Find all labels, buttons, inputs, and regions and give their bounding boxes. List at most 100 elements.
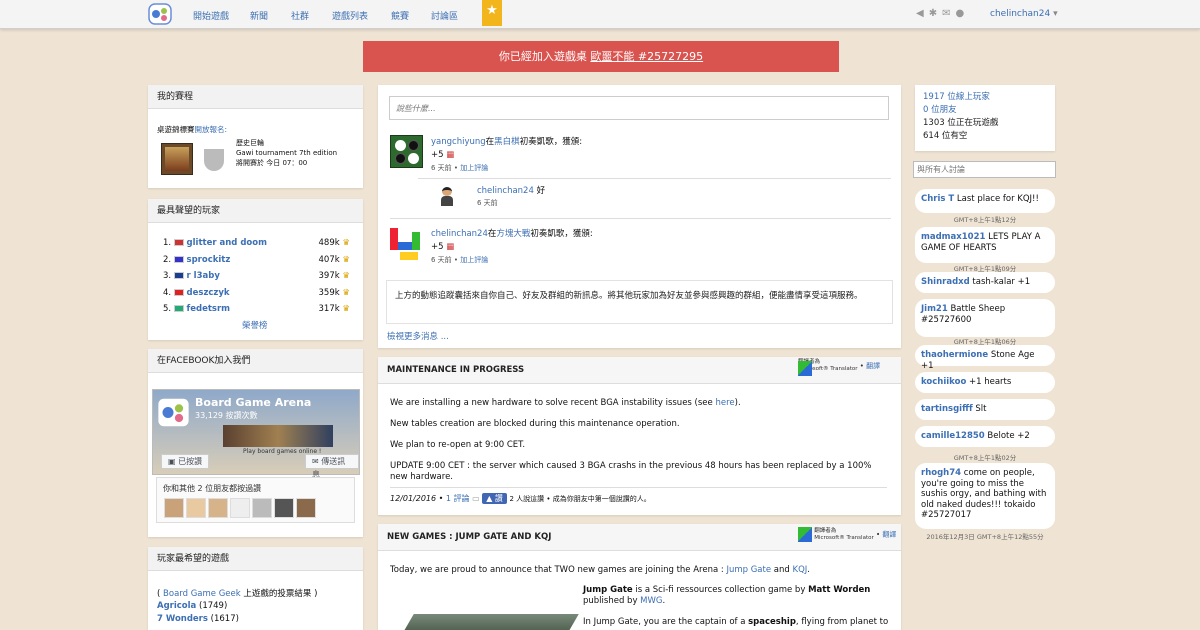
wish-game-link[interactable]: Agricola: [157, 601, 196, 611]
mwg-link[interactable]: MWG: [640, 596, 662, 606]
chat-timestamp: GMT+8上午1點02分: [953, 454, 1017, 462]
top-bar: 開始遊戲 新聞 社群 遊戲列表 競賽 討論區 ★ ◀✱✉● chelinchan…: [0, 0, 1200, 29]
chat-timestamp: 2016年12月3日 GMT+8上午12點55分: [926, 533, 1044, 541]
nav-tournaments[interactable]: 競賽: [391, 9, 409, 22]
chat-input[interactable]: [913, 161, 1056, 178]
add-comment-link[interactable]: 加上評論: [460, 164, 488, 172]
player-score: 489k ♛: [318, 238, 350, 248]
friend-avatar[interactable]: [274, 498, 294, 518]
nav-forum[interactable]: 討論區: [431, 9, 458, 22]
wish-game-link[interactable]: 7 Wonders: [157, 614, 208, 624]
feed-entry-text: yangchiyung在黑白棋初奏凱歌，獲頒:: [431, 137, 583, 147]
player-link[interactable]: r l3aby: [187, 271, 220, 281]
status-input[interactable]: [389, 96, 889, 120]
wishlist-title: 玩家最希望的遊戲: [148, 547, 363, 571]
chat-user-link[interactable]: thaohermione: [921, 350, 988, 360]
bga-logo-icon[interactable]: [148, 3, 172, 25]
user-menu[interactable]: chelinchan24 ▾: [990, 9, 1058, 19]
player-link[interactable]: glitter and doom: [187, 238, 267, 248]
translator-badge: 翻譯者為Microsoft® Translator • 翻譯: [798, 359, 880, 376]
chat-user-link[interactable]: rhogh74: [921, 468, 961, 478]
nav-play[interactable]: 開始遊戲: [193, 9, 229, 22]
gift-icon: ▦: [446, 242, 455, 252]
nav-game-list[interactable]: 遊戲列表: [332, 9, 368, 22]
feed-meta: 6 天前 • 加上評論: [431, 164, 489, 172]
sound-icon[interactable]: ◀: [916, 8, 929, 19]
nav-news[interactable]: 新聞: [250, 9, 268, 22]
friend-avatar[interactable]: [186, 498, 206, 518]
translate-link[interactable]: 翻譯: [882, 531, 896, 539]
bgg-link[interactable]: Board Game Geek: [163, 589, 241, 599]
comments-link[interactable]: 1 評論: [446, 494, 470, 503]
fb-like-icon: ▣: [168, 457, 176, 466]
feed-game-link[interactable]: 黑白棋: [494, 137, 520, 147]
online-box: 1917 位線上玩家 0 位朋友 1303 位正在玩遊戲 614 位有空: [915, 85, 1055, 151]
news-paragraph: We plan to re-open at 9:00 CET.: [390, 440, 526, 450]
game-box-image[interactable]: [161, 143, 193, 175]
translate-link[interactable]: 翻譯: [866, 362, 880, 370]
online-friends-link[interactable]: 0 位朋友: [923, 105, 957, 115]
chat-user-link[interactable]: kochiikoo: [921, 377, 966, 387]
fb-liked-button[interactable]: ▣ 已按讚: [161, 454, 210, 469]
chat-user-link[interactable]: madmax1021: [921, 232, 985, 242]
fb-message-button[interactable]: ✉ 傳送訊息: [305, 454, 359, 479]
player-score: 407k ♛: [318, 254, 350, 265]
reversi-avatar[interactable]: [390, 135, 423, 168]
chat-user-link[interactable]: Shinradxd: [921, 277, 970, 287]
flag-icon: [173, 239, 184, 246]
friend-avatar[interactable]: [208, 498, 228, 518]
feed-user-link[interactable]: chelinchan24: [431, 229, 488, 239]
friend-avatar[interactable]: [296, 498, 316, 518]
translator-badge: 翻譯者為Microsoft® Translator • 翻譯: [798, 527, 896, 542]
chat-user-link[interactable]: Jim21: [921, 304, 948, 314]
online-players-link[interactable]: 1917 位線上玩家: [923, 92, 990, 102]
facebook-page-card[interactable]: Board Game Arena 33,129 按讚次數 Play board …: [152, 389, 360, 479]
news-paragraph: We are installing a new hardware to solv…: [390, 398, 741, 408]
more-news-link[interactable]: 檢視更多消息 ...: [387, 330, 449, 342]
chevron-down-icon: ▾: [1053, 9, 1058, 19]
open-registration-link[interactable]: 開放報名:: [195, 125, 228, 134]
player-link[interactable]: deszczyk: [187, 288, 230, 298]
add-comment-link[interactable]: 加上評論: [460, 256, 488, 264]
divider: [418, 178, 891, 179]
fb-like-button[interactable]: ▲ 讚: [482, 493, 507, 504]
tournaments-title: 我的賽程: [148, 85, 363, 109]
mail-icon[interactable]: ✉: [942, 8, 955, 19]
friend-avatar[interactable]: [164, 498, 184, 518]
alert-text: 你已經加入遊戲桌: [498, 50, 587, 63]
player-row: 2. sprockitz 407k ♛: [163, 254, 350, 265]
chat-user-link[interactable]: camille12850: [921, 431, 985, 441]
player-score: 317k ♛: [318, 304, 350, 314]
player-link[interactable]: sprockitz: [187, 255, 231, 265]
chat-user-link[interactable]: Chris T: [921, 194, 954, 204]
news-paragraph: UPDATE 9:00 CET : the server which cause…: [390, 461, 872, 482]
reply-user-link[interactable]: chelinchan24: [477, 186, 534, 196]
here-link[interactable]: here: [715, 398, 734, 408]
wishlist-box: 玩家最希望的遊戲 ( Board Game Geek 上遊戲的投票結果 ) Ag…: [148, 547, 363, 630]
facebook-box: 在FACEBOOK加入我們 Board Game Arena 33,129 按讚…: [148, 349, 363, 537]
feed-user-link[interactable]: yangchiyung: [431, 137, 486, 147]
fb-likes: 33,129 按讚次數: [195, 411, 258, 420]
alert-table-link[interactable]: 歐噩不能 #25727295: [590, 50, 703, 63]
news-paragraph: Today, we are proud to announce that TWO…: [390, 565, 810, 575]
trophy-icon: ♛: [342, 304, 350, 314]
info-icon[interactable]: ●: [955, 8, 969, 19]
kqj-link[interactable]: KQJ: [793, 565, 808, 575]
ranking-link[interactable]: 榮譽榜: [242, 319, 268, 331]
news-paragraph: New tables creation are blocked during t…: [390, 419, 680, 429]
player-link[interactable]: fedetsrm: [187, 304, 230, 314]
player-row: 4. deszczyk 359k ♛: [163, 287, 350, 298]
chat-user-link[interactable]: tartinsgifff: [921, 404, 973, 414]
gear-icon[interactable]: ✱: [929, 8, 942, 19]
jump-gate-link[interactable]: Jump Gate: [726, 565, 771, 575]
friend-avatar[interactable]: [252, 498, 272, 518]
username: chelinchan24: [990, 9, 1051, 19]
nav-community[interactable]: 社群: [291, 9, 309, 22]
tournaments-box: 我的賽程 桌遊錦標賽開放報名: 歷史巨輪 Gawi tournament 7th …: [148, 85, 363, 188]
feed-game-link[interactable]: 方塊大戰: [496, 229, 530, 239]
friend-avatar[interactable]: [230, 498, 250, 518]
blokus-avatar[interactable]: [390, 228, 424, 262]
user-avatar-icon[interactable]: [439, 187, 455, 207]
premium-star-icon[interactable]: ★: [482, 0, 502, 26]
divider: [390, 487, 887, 488]
